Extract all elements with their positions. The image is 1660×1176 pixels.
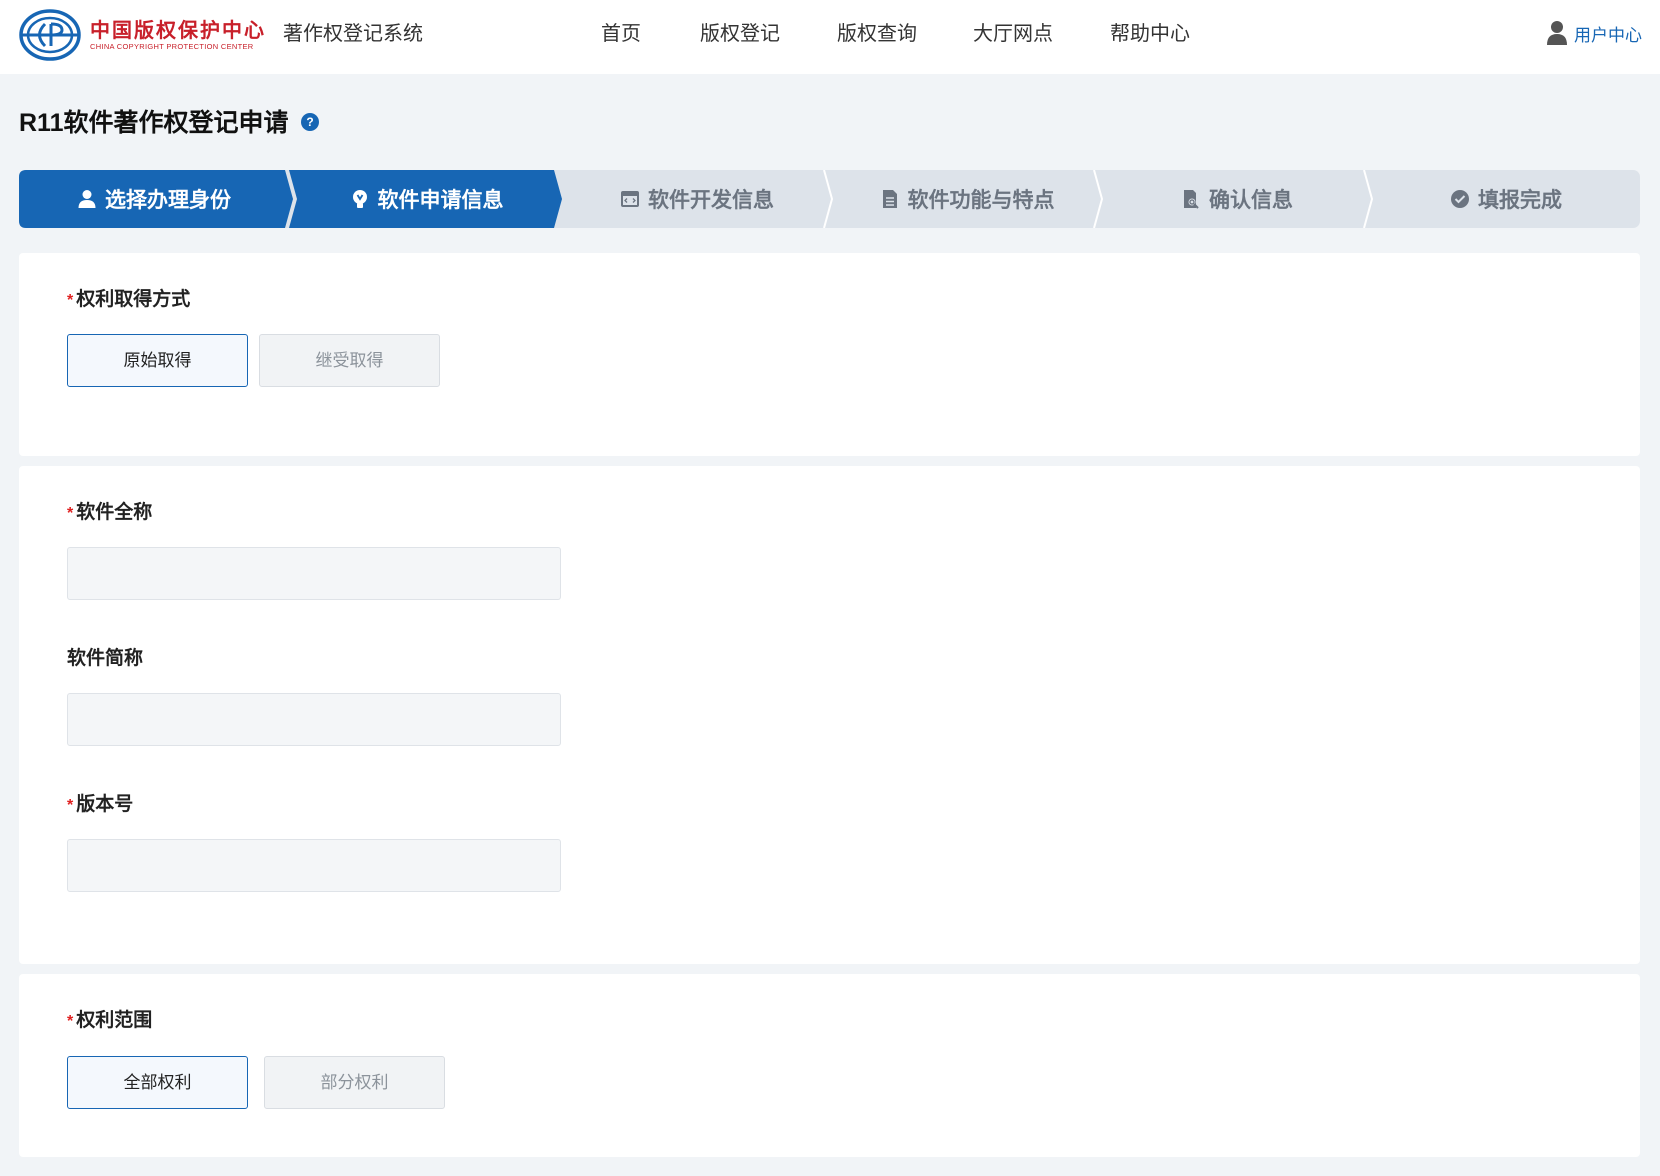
doc-search-icon (1184, 190, 1199, 209)
step-label: 软件申请信息 (377, 189, 504, 212)
user-icon (1547, 21, 1567, 45)
nav-item-service-halls[interactable]: 大厅网点 (973, 20, 1053, 48)
required-mark: * (67, 797, 74, 814)
step-software-application-info[interactable]: 软件申请信息 (294, 170, 559, 228)
step-software-features[interactable]: 软件功能与特点 (832, 170, 1102, 228)
required-mark: * (67, 292, 74, 309)
original-acquisition-button[interactable]: 原始取得 (67, 334, 248, 387)
nav-item-copyright-query[interactable]: 版权查询 (837, 20, 917, 48)
step-confirm-info[interactable]: 确认信息 (1102, 170, 1372, 228)
step-label: 确认信息 (1209, 189, 1293, 212)
step-completed[interactable]: 填报完成 (1372, 170, 1640, 228)
version-number-input[interactable] (67, 839, 561, 892)
system-name: 著作权登记系统 (283, 23, 423, 45)
step-label: 选择办理身份 (105, 189, 231, 212)
required-mark: * (67, 1013, 74, 1030)
page-title: R11软件著作权登记申请 (19, 109, 289, 137)
site-logo[interactable]: 中国版权保护中心 CHINA COPYRIGHT PROTECTION CENT… (18, 6, 266, 64)
step-label: 软件功能与特点 (907, 189, 1055, 212)
top-navigation-bar: 中国版权保护中心 CHINA COPYRIGHT PROTECTION CENT… (0, 0, 1660, 74)
help-icon[interactable]: ? (301, 113, 319, 131)
code-window-icon (621, 191, 639, 207)
step-label: 填报完成 (1478, 189, 1562, 212)
partial-rights-button[interactable]: 部分权利 (264, 1056, 445, 1109)
all-rights-button[interactable]: 全部权利 (67, 1056, 248, 1109)
version-number-label: * 版本号 (67, 794, 134, 815)
software-short-name-label: 软件简称 (67, 648, 144, 669)
document-icon (882, 190, 897, 208)
rights-acquisition-section: * 权利取得方式 原始取得 继受取得 (19, 253, 1640, 456)
user-center-label: 用户中心 (1574, 25, 1642, 45)
step-select-identity[interactable]: 选择办理身份 (19, 170, 289, 228)
copyright-center-emblem-icon (19, 9, 81, 61)
software-full-name-input[interactable] (67, 547, 561, 600)
rights-acquisition-label: * 权利取得方式 (67, 289, 191, 310)
software-short-name-input[interactable] (67, 693, 561, 746)
user-icon (78, 190, 96, 208)
step-software-development-info[interactable]: 软件开发信息 (562, 170, 832, 228)
progress-steps: 选择办理身份 软件申请信息 软件开发信息 软件功能与特点 确认信息 填报完成 (19, 170, 1640, 228)
inherited-acquisition-button[interactable]: 继受取得 (259, 334, 440, 387)
lightbulb-icon (352, 190, 367, 208)
software-info-section: * 软件全称 软件简称 * 版本号 (19, 466, 1640, 964)
required-mark: * (67, 505, 74, 522)
nav-item-copyright-registration[interactable]: 版权登记 (700, 20, 780, 48)
software-full-name-label: * 软件全称 (67, 502, 153, 523)
logo-english-name: CHINA COPYRIGHT PROTECTION CENTER (90, 42, 254, 51)
nav-item-help-center[interactable]: 帮助中心 (1110, 20, 1190, 48)
step-label: 软件开发信息 (648, 189, 774, 212)
logo-chinese-name: 中国版权保护中心 (90, 18, 266, 42)
nav-item-home[interactable]: 首页 (601, 20, 641, 48)
rights-scope-section: * 权利范围 全部权利 部分权利 (19, 974, 1640, 1157)
check-circle-icon (1451, 190, 1469, 208)
user-center-link[interactable]: 用户中心 (1546, 20, 1642, 46)
rights-scope-label: * 权利范围 (67, 1010, 153, 1031)
